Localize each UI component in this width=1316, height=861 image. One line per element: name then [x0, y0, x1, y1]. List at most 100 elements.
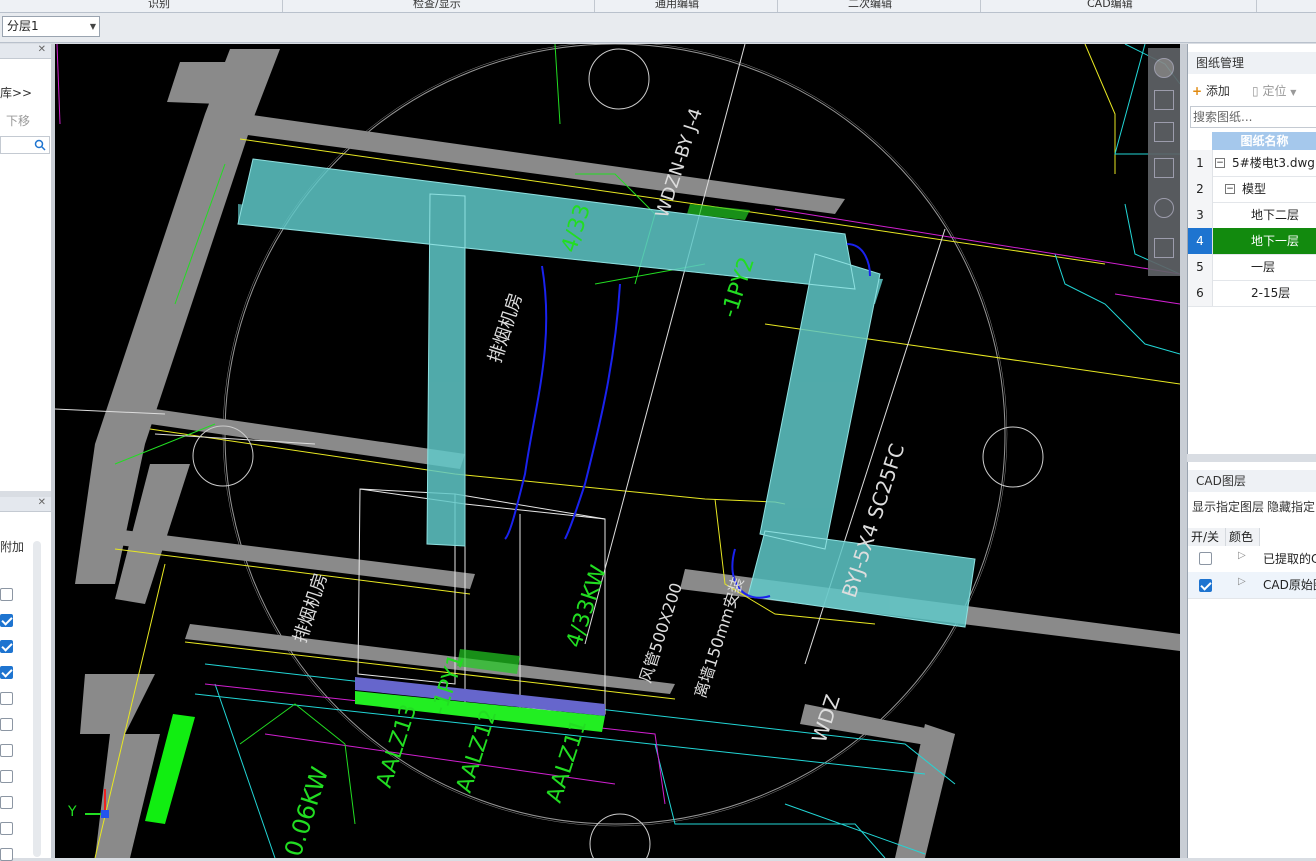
row-checkbox[interactable] — [0, 848, 13, 861]
tree-row[interactable]: 5 一层 — [1188, 254, 1316, 281]
view-circle-outer — [222, 44, 1008, 827]
left-panel-bottom: ✕ 附加 — [0, 497, 52, 861]
collapse-icon[interactable]: − — [1215, 158, 1225, 168]
ribbon-divider — [594, 0, 595, 12]
search-icon — [34, 139, 46, 151]
chevron-down-icon: ▼ — [89, 22, 96, 31]
view-top-icon[interactable] — [1154, 122, 1174, 142]
power-label: 0.06KW — [279, 764, 334, 858]
drawing-search-input[interactable]: 搜索图纸... — [1190, 106, 1316, 128]
row-checkbox[interactable] — [0, 666, 13, 679]
row-checkbox[interactable] — [0, 692, 13, 705]
duct-label-5: 4/33KW — [562, 562, 612, 651]
equip-label-2: AALZ12 — [452, 706, 502, 796]
view-tools — [1148, 48, 1180, 276]
fit-view-icon[interactable] — [1154, 238, 1174, 258]
locate-button[interactable]: ▯ 定位 ▼ — [1252, 82, 1296, 99]
ribbon-divider — [1256, 0, 1257, 12]
ribbon-bar: 识别 检查/显示 通用编辑 二次编辑 CAD编辑 — [0, 0, 1316, 13]
color-column-header: 颜色 — [1226, 528, 1260, 546]
row-checkbox[interactable] — [0, 640, 13, 653]
orbit-icon[interactable] — [1154, 58, 1174, 78]
locate-icon: ▯ — [1252, 84, 1259, 98]
ribbon-group-check[interactable]: 检查/显示 — [413, 0, 461, 11]
row-checkbox[interactable] — [0, 796, 13, 809]
green-block — [145, 714, 195, 824]
floor-select-value: 分层1 — [7, 19, 39, 33]
toolbar: 分层1 ▼ — [0, 13, 1316, 43]
ribbon-group-cad-edit[interactable]: CAD编辑 — [1087, 0, 1133, 11]
room-label-1: 排烟机房 — [485, 291, 527, 366]
color-swatch-icon[interactable]: ▷ — [1238, 550, 1246, 561]
row-number: 3 — [1188, 202, 1213, 228]
tree-row-selected[interactable]: 4 地下一层 — [1188, 228, 1316, 255]
cad-drawing: WDZN-BY J-4 4/33 -1PY2 -1PY1 4/33KW BYJ-… — [55, 44, 1180, 858]
ribbon-divider — [980, 0, 981, 12]
tree-label: 地下二层 — [1251, 208, 1300, 222]
row-number: 4 — [1188, 228, 1213, 254]
ribbon-divider — [777, 0, 778, 12]
duct-label-8: 风管500X200 — [636, 580, 686, 685]
left-panel-top: ✕ 库>> 下移 — [0, 44, 52, 491]
view-iso-icon[interactable] — [1154, 158, 1174, 178]
row-number: 1 — [1188, 150, 1213, 176]
tree-row[interactable]: 2 − 模型 — [1188, 176, 1316, 203]
duct-label-1: WDZN-BY J-4 — [652, 106, 707, 221]
hide-layer-button[interactable]: 隐藏指定 — [1267, 498, 1315, 515]
tree-label: 地下一层 — [1251, 234, 1300, 248]
search-input[interactable] — [0, 136, 50, 154]
tree-label: 5#楼电t3.dwg — [1232, 156, 1315, 170]
chevron-down-icon: ▼ — [1290, 88, 1297, 97]
scrollbar[interactable] — [33, 541, 41, 857]
tree-row[interactable]: 3 地下二层 — [1188, 202, 1316, 229]
layer-toggle-checkbox[interactable] — [1199, 579, 1212, 592]
tree-label: 一层 — [1251, 260, 1276, 274]
tree-row[interactable]: 6 2-15层 — [1188, 280, 1316, 307]
cad-viewport[interactable]: WDZN-BY J-4 4/33 -1PY2 -1PY1 4/33KW BYJ-… — [55, 44, 1180, 858]
layer-row[interactable]: ▷ 已提取的C — [1188, 546, 1316, 573]
close-icon[interactable]: ✕ — [38, 44, 46, 55]
ribbon-group-recognize[interactable]: 识别 — [148, 0, 170, 11]
axis-y-label: Y — [67, 804, 77, 820]
show-layer-button[interactable]: 显示指定图层 — [1192, 498, 1264, 515]
move-down-button[interactable]: 下移 — [6, 112, 30, 129]
layer-label: 已提取的C — [1263, 552, 1316, 566]
locate-label: 定位 — [1262, 84, 1287, 98]
row-checkbox[interactable] — [0, 718, 13, 731]
tree-label: 模型 — [1242, 182, 1267, 196]
view-3d-icon[interactable] — [1154, 90, 1174, 110]
ribbon-divider — [282, 0, 283, 12]
library-link[interactable]: 库>> — [0, 84, 32, 101]
walls — [75, 49, 1180, 858]
row-number: 2 — [1188, 176, 1213, 202]
row-checkbox[interactable] — [0, 822, 13, 835]
row-number: 5 — [1188, 254, 1213, 280]
row-checkbox[interactable] — [0, 588, 13, 601]
onoff-column-header: 开/关 — [1188, 528, 1226, 546]
row-checkbox[interactable] — [0, 744, 13, 757]
rotate-icon[interactable] — [1154, 198, 1174, 218]
row-checkbox[interactable] — [0, 614, 13, 627]
drawing-manager-panel: 图纸管理 + 添加 ▯ 定位 ▼ 搜索图纸... 图纸名称 1 − 5#楼电t3… — [1187, 44, 1316, 454]
drawing-manager-title: 图纸管理 — [1188, 52, 1316, 74]
attach-column-header: 附加 — [0, 540, 25, 554]
equip-label-1: AALZ13 — [372, 701, 422, 791]
close-icon[interactable]: ✕ — [38, 497, 46, 508]
drawing-name-column-header: 图纸名称 — [1212, 132, 1316, 150]
color-swatch-icon[interactable]: ▷ — [1238, 576, 1246, 587]
splitter-right[interactable] — [1180, 44, 1187, 858]
tree-row[interactable]: 1 − 5#楼电t3.dwg — [1188, 150, 1316, 177]
layer-row[interactable]: ▷ CAD原始图 — [1188, 572, 1316, 599]
panel-header: ✕ — [0, 497, 51, 512]
view-circle — [224, 44, 1006, 825]
collapse-icon[interactable]: − — [1225, 184, 1235, 194]
add-drawing-label: 添加 — [1205, 84, 1230, 98]
ribbon-group-secondary-edit[interactable]: 二次编辑 — [848, 0, 892, 11]
row-checkbox[interactable] — [0, 770, 13, 783]
layer-toggle-checkbox[interactable] — [1199, 552, 1212, 565]
ribbon-group-general-edit[interactable]: 通用编辑 — [655, 0, 699, 11]
floor-select[interactable]: 分层1 ▼ — [2, 16, 100, 37]
tree-label: 2-15层 — [1251, 286, 1291, 300]
add-drawing-button[interactable]: + 添加 — [1192, 82, 1230, 99]
cad-layer-title: CAD图层 — [1188, 470, 1316, 492]
